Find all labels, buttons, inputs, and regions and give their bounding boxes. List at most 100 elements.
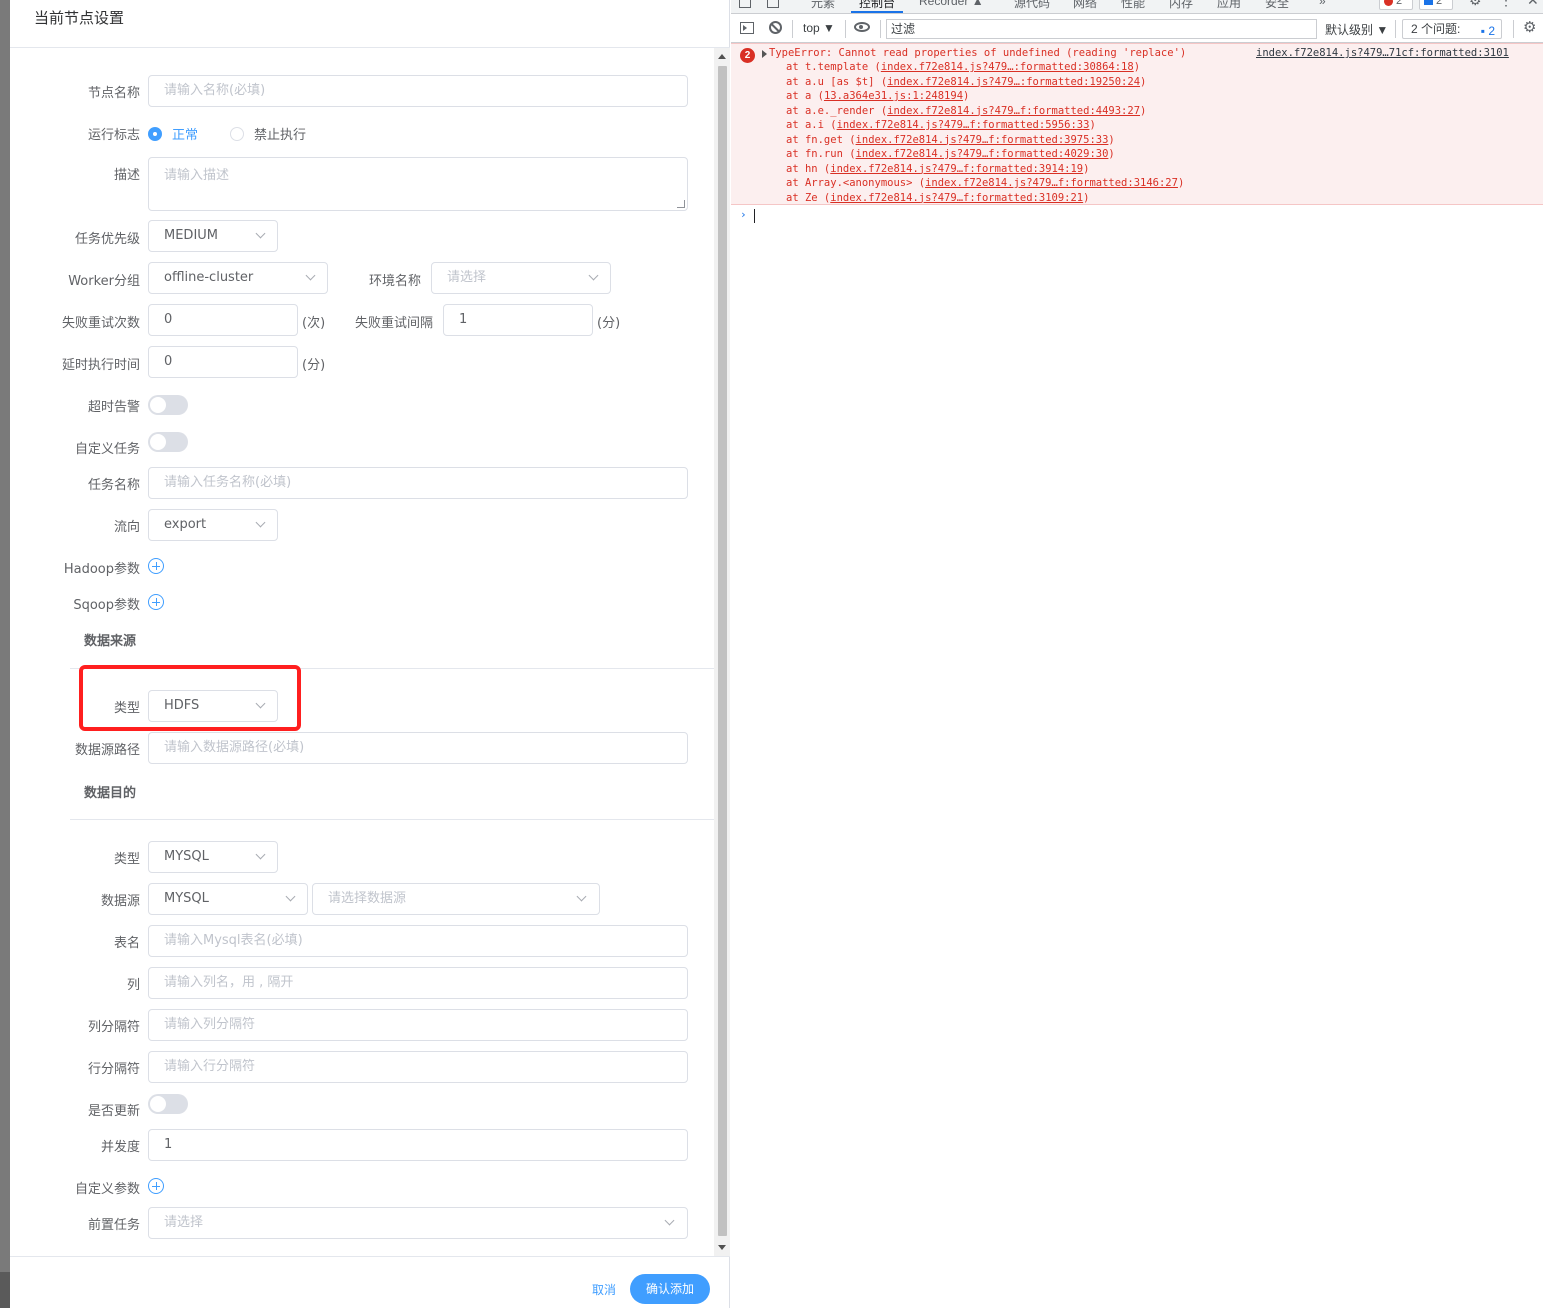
stack-frame-link[interactable]: index.f72e814.js?479…:formatted:30864:18 xyxy=(881,61,1134,73)
tab-console[interactable]: 控制台 xyxy=(859,0,895,11)
tab-application[interactable]: 应用 xyxy=(1217,0,1241,11)
error-icon xyxy=(1384,0,1393,6)
worker-group-value: offline-cluster xyxy=(164,270,254,285)
table-name-label: 表名 xyxy=(113,936,140,951)
error-count-badge[interactable]: 2 xyxy=(1379,0,1413,10)
scroll-down-arrow-icon[interactable] xyxy=(718,1245,726,1250)
form-scrollbar[interactable] xyxy=(714,48,730,1256)
stack-frame-suffix: ) xyxy=(1140,104,1147,117)
add-custom-param-icon[interactable] xyxy=(148,1178,164,1194)
retry-interval-unit: (分) xyxy=(597,316,621,331)
live-expression-eye-icon[interactable] xyxy=(854,22,870,32)
pre-tasks-label: 前置任务 xyxy=(87,1218,140,1233)
tab-sources[interactable]: 源代码 xyxy=(1014,0,1050,11)
stack-frame: at fn.get (index.f72e814.js?479…f:format… xyxy=(786,134,1115,146)
form-body: 节点名称 请输入名称(必填) 运行标志 正常 禁止执行 描述 请输入描述 任务优… xyxy=(10,48,714,1256)
toggle-sidebar-icon[interactable] xyxy=(740,22,754,34)
tab-memory[interactable]: 内存 xyxy=(1169,0,1193,11)
concurrency-input[interactable]: 1 xyxy=(148,1129,688,1161)
tab-security[interactable]: 安全 xyxy=(1265,0,1289,11)
more-tabs-button[interactable]: » xyxy=(1319,0,1326,8)
more-options-icon[interactable]: ⋮ xyxy=(1499,0,1513,9)
issues-button[interactable]: 2 个问题: ▪ 2 xyxy=(1402,19,1502,39)
datasource-select[interactable]: 请选择数据源 xyxy=(312,883,600,915)
context-selector[interactable]: top ▼ xyxy=(803,21,835,35)
retry-times-label: 失败重试次数 xyxy=(61,316,140,331)
run-flag-normal-radio[interactable]: 正常 xyxy=(148,124,198,143)
scroll-thumb[interactable] xyxy=(718,66,727,1236)
custom-params-label: 自定义参数 xyxy=(74,1182,140,1197)
stack-frame-function: at Ze ( xyxy=(786,191,831,204)
message-count-badge[interactable]: 2 xyxy=(1419,0,1453,10)
settings-gear-icon[interactable]: ⚙ xyxy=(1469,0,1482,9)
stack-frame: at fn.run (index.f72e814.js?479…f:format… xyxy=(786,148,1115,160)
tab-elements[interactable]: 元素 xyxy=(811,0,835,11)
columns-input[interactable]: 请输入列名，用 , 隔开 xyxy=(148,967,688,999)
error-text: TypeError: Cannot read properties of und… xyxy=(769,47,1187,59)
target-type-select[interactable]: MYSQL xyxy=(148,841,278,873)
stack-frame-link[interactable]: index.f72e814.js?479…f:formatted:5956:33 xyxy=(837,119,1090,131)
stack-frame-function: at t.template ( xyxy=(786,61,881,73)
stack-frame-link[interactable]: index.f72e814.js?479…:formatted:19250:24 xyxy=(887,76,1140,88)
inspect-element-icon[interactable] xyxy=(739,0,751,8)
environment-select[interactable]: 请选择 xyxy=(431,262,611,294)
expand-triangle-icon[interactable] xyxy=(762,50,767,58)
section-divider xyxy=(70,819,714,820)
tab-network[interactable]: 网络 xyxy=(1073,0,1097,11)
cancel-button[interactable]: 取消 xyxy=(592,1281,616,1298)
datasource-type-value: MYSQL xyxy=(164,891,209,906)
console-input-caret[interactable] xyxy=(754,209,755,223)
confirm-add-button[interactable]: 确认添加 xyxy=(630,1274,710,1304)
description-textarea[interactable]: 请输入描述 xyxy=(148,157,688,211)
console-filter-input[interactable]: 过滤 xyxy=(886,19,1317,39)
run-flag-forbidden-radio[interactable]: 禁止执行 xyxy=(230,124,306,143)
device-toolbar-icon[interactable] xyxy=(767,0,779,8)
run-flag-forbidden-label: 禁止执行 xyxy=(254,128,307,143)
console-error-message[interactable]: 2 TypeError: Cannot read properties of u… xyxy=(731,43,1543,205)
is-update-switch[interactable] xyxy=(148,1094,188,1114)
row-separator-input[interactable]: 请输入行分隔符 xyxy=(148,1051,688,1083)
error-source-link[interactable]: index.f72e814.js?479…71cf:formatted:3101 xyxy=(1256,47,1509,59)
table-name-input[interactable]: 请输入Mysql表名(必填) xyxy=(148,925,688,957)
log-level-dropdown[interactable]: 默认级别 ▼ xyxy=(1325,21,1388,38)
stack-frame-link[interactable]: index.f72e814.js?479…f:formatted:4493:27 xyxy=(887,105,1140,117)
custom-task-switch[interactable] xyxy=(148,432,188,452)
add-hadoop-param-icon[interactable] xyxy=(148,558,164,574)
environment-label: 环境名称 xyxy=(368,274,421,289)
column-separator-input[interactable]: 请输入列分隔符 xyxy=(148,1009,688,1041)
resize-handle-icon[interactable] xyxy=(677,200,685,208)
task-name-input[interactable]: 请输入任务名称(必填) xyxy=(148,467,688,499)
close-devtools-icon[interactable]: ✕ xyxy=(1527,0,1539,9)
stack-frame-link[interactable]: 13.a364e31.js:1:248194 xyxy=(824,90,963,102)
tab-performance[interactable]: 性能 xyxy=(1121,0,1145,11)
panel-footer xyxy=(10,1256,730,1308)
source-path-input[interactable]: 请输入数据源路径(必填) xyxy=(148,732,688,764)
node-name-input[interactable]: 请输入名称(必填) xyxy=(148,75,688,107)
retry-times-input[interactable]: 0 xyxy=(148,304,298,336)
stack-frame: at hn (index.f72e814.js?479…f:formatted:… xyxy=(786,163,1089,175)
stack-frame-link[interactable]: index.f72e814.js?479…f:formatted:4029:30 xyxy=(856,148,1109,160)
stack-frame-link[interactable]: index.f72e814.js?479…f:formatted:3975:33 xyxy=(856,134,1109,146)
stack-frame-link[interactable]: index.f72e814.js?479…f:formatted:3109:21 xyxy=(830,192,1083,204)
stack-frame-link[interactable]: index.f72e814.js?479…f:formatted:3914:19 xyxy=(830,163,1083,175)
datasource-type-select[interactable]: MYSQL xyxy=(148,883,308,915)
add-sqoop-param-icon[interactable] xyxy=(148,594,164,610)
console-settings-gear-icon[interactable]: ⚙ xyxy=(1523,18,1536,36)
delay-time-input[interactable]: 0 xyxy=(148,346,298,378)
flow-direction-select[interactable]: export xyxy=(148,509,278,541)
source-path-label: 数据源路径 xyxy=(74,743,140,758)
scroll-up-arrow-icon[interactable] xyxy=(718,54,726,59)
description-label: 描述 xyxy=(113,168,140,183)
clear-console-icon[interactable] xyxy=(769,21,782,34)
retry-interval-input[interactable]: 1 xyxy=(443,304,593,336)
chevron-down-icon xyxy=(255,849,266,860)
timeout-alarm-switch[interactable] xyxy=(148,395,188,415)
concurrency-label: 并发度 xyxy=(100,1140,140,1155)
chevron-down-icon xyxy=(664,1215,675,1226)
columns-label: 列 xyxy=(126,978,140,993)
stack-frame-link[interactable]: index.f72e814.js?479…f:formatted:3146:27 xyxy=(925,177,1178,189)
target-type-value: MYSQL xyxy=(164,849,209,864)
pre-tasks-select[interactable]: 请选择 xyxy=(148,1207,688,1239)
priority-select[interactable]: MEDIUM xyxy=(148,220,278,252)
tab-recorder[interactable]: Recorder ▲ xyxy=(919,0,984,8)
